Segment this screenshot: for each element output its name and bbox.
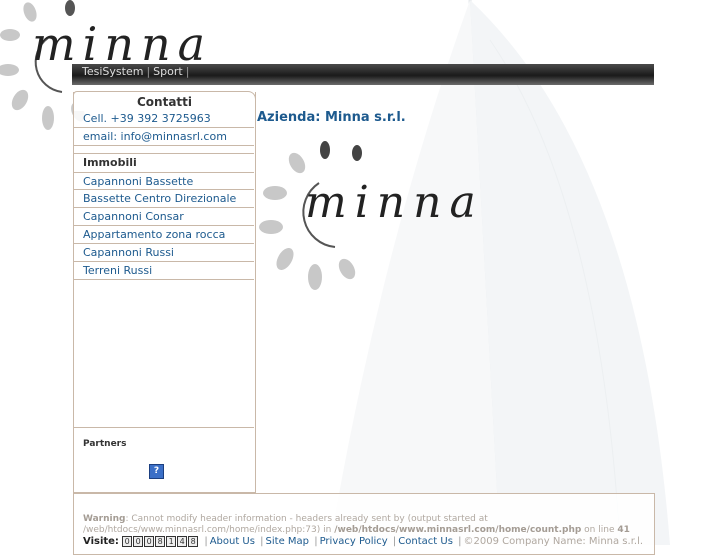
main-logo-image: minna <box>259 141 484 290</box>
nav-sport-link[interactable]: Sport <box>153 65 183 78</box>
privacy-policy-link[interactable]: Privacy Policy <box>320 536 388 547</box>
partners-divider <box>73 412 254 428</box>
sidebar-item-terreni-russi[interactable]: Terreni Russi <box>73 262 254 280</box>
php-warning-text: Warning: Cannot modify header informatio… <box>83 514 630 535</box>
about-us-link[interactable]: About Us <box>210 536 255 547</box>
contacts-heading: Contatti <box>73 91 256 111</box>
sidebar-item-capannoni-consar[interactable]: Capannoni Consar <box>73 208 254 226</box>
page-title: Azienda: Minna s.r.l. <box>257 110 406 125</box>
visit-counter: 0008148 <box>122 536 202 547</box>
footer-links-bar: Visite: 0008148 | About Us | Site Map | Pri… <box>83 536 644 547</box>
nav-tesisystem-link[interactable]: TesiSystem <box>82 65 143 78</box>
sidebar-item-capannoni-russi[interactable]: Capannoni Russi <box>73 244 254 262</box>
sidebar-item-bassette-centro-direzionale[interactable]: Bassette Centro Direzionale <box>73 190 254 208</box>
top-navigation: TesiSystem | Sport | <box>82 65 190 78</box>
site-map-link[interactable]: Site Map <box>266 536 309 547</box>
sidebar-item-capannoni-bassette[interactable]: Capannoni Bassette <box>73 172 254 190</box>
main-logo-wordmark: minna <box>305 177 484 228</box>
contact-phone: Cell. +39 392 3725963 <box>73 110 254 128</box>
copyright-text: ©2009 Company Name: Minna s.r.l. <box>463 536 644 547</box>
partner-link-icon[interactable]: ? <box>149 464 164 479</box>
partners-heading: Partners <box>83 439 127 449</box>
sidebar-item-appartamento-zona-rocca[interactable]: Appartamento zona rocca <box>73 226 254 244</box>
immobili-heading: Immobili <box>83 156 137 169</box>
contact-us-link[interactable]: Contact Us <box>398 536 453 547</box>
sidebar-divider <box>73 146 254 154</box>
contact-email-link[interactable]: email: info@minnasrl.com <box>73 128 254 146</box>
visits-label: Visite: <box>83 536 119 547</box>
